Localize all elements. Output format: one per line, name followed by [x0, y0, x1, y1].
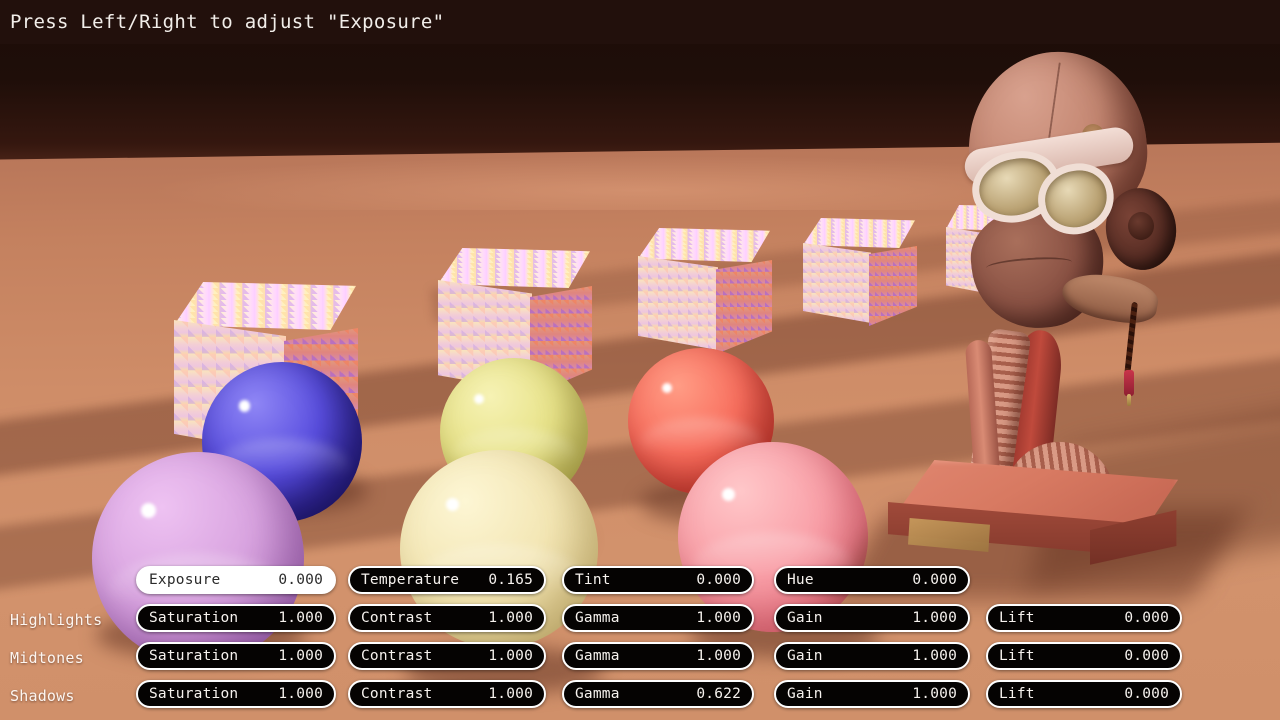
param-name: Temperature — [361, 572, 459, 588]
param-midtones-gain[interactable]: Gain 1.000 — [774, 642, 970, 670]
param-highlights-gain[interactable]: Gain 1.000 — [774, 604, 970, 632]
param-exposure[interactable]: Exposure 0.000 — [136, 566, 336, 594]
param-midtones-contrast[interactable]: Contrast 1.000 — [348, 642, 546, 670]
game-viewport: Press Left/Right to adjust "Exposure" Hi… — [0, 0, 1280, 720]
param-midtones-saturation[interactable]: Saturation 1.000 — [136, 642, 336, 670]
param-name: Gain — [787, 610, 823, 626]
param-name: Gamma — [575, 686, 620, 702]
param-highlights-gamma[interactable]: Gamma 1.000 — [562, 604, 754, 632]
param-shadows-gamma[interactable]: Gamma 0.622 — [562, 680, 754, 708]
param-midtones-gamma[interactable]: Gamma 1.000 — [562, 642, 754, 670]
param-name: Gamma — [575, 648, 620, 664]
param-value: 0.000 — [912, 572, 957, 588]
param-name: Exposure — [149, 572, 220, 588]
param-value: 1.000 — [488, 610, 533, 626]
param-name: Saturation — [149, 686, 238, 702]
param-name: Contrast — [361, 686, 432, 702]
param-value: 0.000 — [1124, 648, 1169, 664]
param-value: 0.000 — [1124, 610, 1169, 626]
param-value: 1.000 — [912, 686, 957, 702]
param-name: Gain — [787, 686, 823, 702]
instruction-text: Press Left/Right to adjust "Exposure" — [10, 11, 444, 33]
color-grading-hud: Highlights Midtones Shadows Exposure 0.0… — [0, 0, 1280, 720]
param-hue[interactable]: Hue 0.000 — [774, 566, 970, 594]
instruction-banner: Press Left/Right to adjust "Exposure" — [0, 0, 1280, 44]
param-value: 0.000 — [278, 572, 323, 588]
param-name: Contrast — [361, 648, 432, 664]
param-shadows-lift[interactable]: Lift 0.000 — [986, 680, 1182, 708]
param-value: 0.165 — [488, 572, 533, 588]
param-name: Gamma — [575, 610, 620, 626]
param-name: Contrast — [361, 610, 432, 626]
param-highlights-saturation[interactable]: Saturation 1.000 — [136, 604, 336, 632]
param-value: 0.000 — [1124, 686, 1169, 702]
param-value: 0.000 — [696, 572, 741, 588]
param-name: Hue — [787, 572, 814, 588]
param-name: Gain — [787, 648, 823, 664]
param-value: 1.000 — [278, 610, 323, 626]
param-shadows-gain[interactable]: Gain 1.000 — [774, 680, 970, 708]
param-value: 1.000 — [278, 648, 323, 664]
param-highlights-lift[interactable]: Lift 0.000 — [986, 604, 1182, 632]
row-label-midtones: Midtones — [10, 649, 84, 667]
param-value: 0.622 — [696, 686, 741, 702]
param-highlights-contrast[interactable]: Contrast 1.000 — [348, 604, 546, 632]
param-name: Lift — [999, 686, 1035, 702]
param-value: 1.000 — [488, 686, 533, 702]
param-shadows-saturation[interactable]: Saturation 1.000 — [136, 680, 336, 708]
param-value: 1.000 — [912, 610, 957, 626]
row-label-highlights: Highlights — [10, 611, 102, 629]
param-value: 1.000 — [912, 648, 957, 664]
param-value: 1.000 — [488, 648, 533, 664]
row-label-shadows: Shadows — [10, 687, 75, 705]
param-temperature[interactable]: Temperature 0.165 — [348, 566, 546, 594]
param-name: Lift — [999, 610, 1035, 626]
param-name: Tint — [575, 572, 611, 588]
param-name: Saturation — [149, 610, 238, 626]
param-name: Saturation — [149, 648, 238, 664]
param-name: Lift — [999, 648, 1035, 664]
param-tint[interactable]: Tint 0.000 — [562, 566, 754, 594]
param-value: 1.000 — [278, 686, 323, 702]
param-shadows-contrast[interactable]: Contrast 1.000 — [348, 680, 546, 708]
param-value: 1.000 — [696, 648, 741, 664]
param-midtones-lift[interactable]: Lift 0.000 — [986, 642, 1182, 670]
param-value: 1.000 — [696, 610, 741, 626]
